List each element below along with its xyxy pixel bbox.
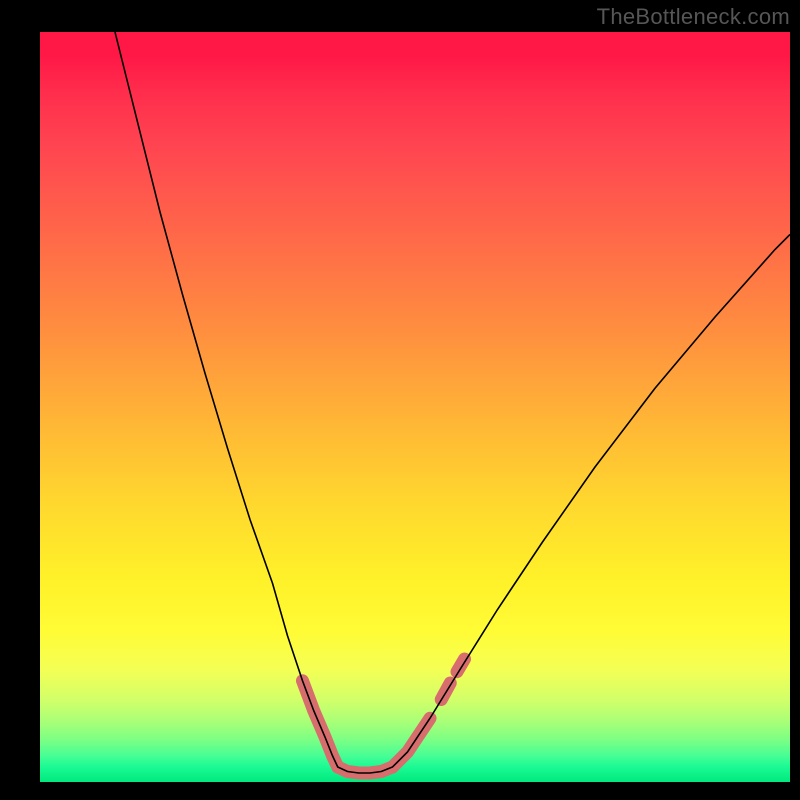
watermark-text: TheBottleneck.com — [597, 4, 790, 30]
plot-area — [40, 32, 790, 782]
bottleneck-curve — [115, 32, 790, 773]
curve-layer — [40, 32, 790, 782]
chart-frame: TheBottleneck.com — [0, 0, 800, 800]
